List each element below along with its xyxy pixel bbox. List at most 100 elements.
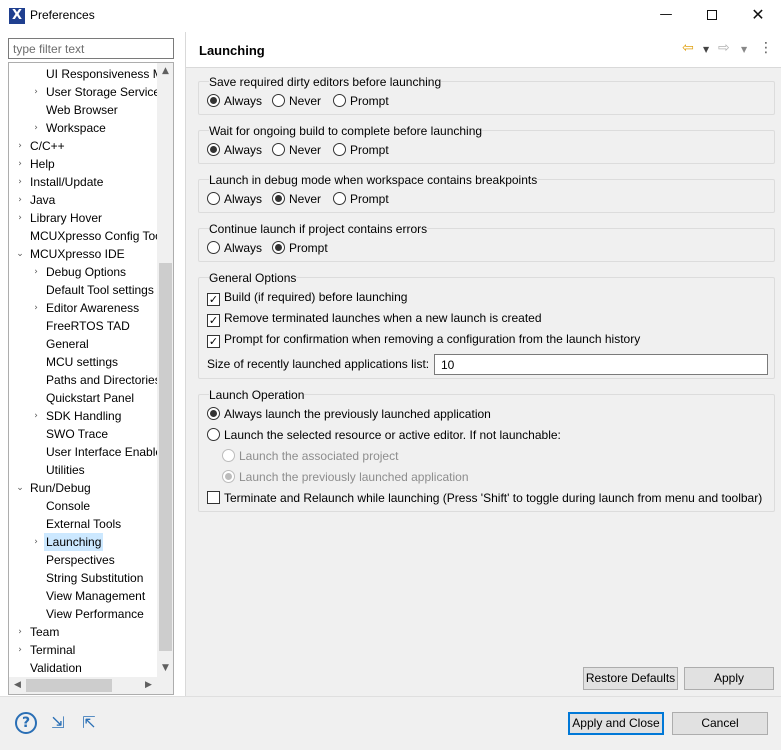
chevron-right-icon[interactable]: › [15, 155, 25, 173]
forward-dropdown-icon[interactable]: ▼ [741, 45, 747, 54]
chevron-right-icon[interactable]: › [15, 641, 25, 659]
tree-item[interactable]: Console [9, 497, 157, 515]
tree-item[interactable]: › Terminal [9, 641, 157, 659]
wait-prompt-radio[interactable]: Prompt [333, 142, 389, 158]
chevron-right-icon[interactable]: › [31, 299, 41, 317]
tree-horizontal-scrollbar[interactable]: ◀ ▶ [9, 677, 157, 694]
view-menu-icon[interactable]: ⋮ [759, 40, 773, 56]
tree-item[interactable]: › Java [9, 191, 157, 209]
tree-item[interactable]: › Debug Options [9, 263, 157, 281]
tree-item[interactable]: Paths and Directories [9, 371, 157, 389]
launch-associated-radio[interactable]: Launch the associated project [222, 448, 398, 464]
back-arrow-icon[interactable]: ⇦ [682, 40, 694, 56]
save-never-radio[interactable]: Never [272, 93, 321, 109]
tree-item[interactable]: › Library Hover [9, 209, 157, 227]
tree-item[interactable]: MCU settings [9, 353, 157, 371]
debug-always-radio[interactable]: Always [207, 191, 262, 207]
wait-always-radio[interactable]: Always [207, 142, 262, 158]
group-title: Save required dirty editors before launc… [209, 75, 442, 89]
chevron-right-icon[interactable]: › [15, 209, 25, 227]
filter-input[interactable] [8, 38, 174, 59]
scroll-right-icon[interactable]: ▶ [140, 677, 157, 694]
back-dropdown-icon[interactable]: ▼ [703, 45, 709, 54]
tree-vertical-scrollbar[interactable]: ▲ ▼ [157, 63, 173, 677]
tree-item[interactable]: › Team [9, 623, 157, 641]
chevron-right-icon[interactable]: › [15, 173, 25, 191]
export-icon[interactable]: ⇱ [78, 712, 100, 734]
save-prompt-radio[interactable]: Prompt [333, 93, 389, 109]
tree-item[interactable]: › Workspace [9, 119, 157, 137]
group-title: Wait for ongoing build to complete befor… [209, 124, 483, 138]
tree-item[interactable]: External Tools [9, 515, 157, 533]
apply-button[interactable]: Apply [684, 667, 774, 690]
scroll-left-icon[interactable]: ◀ [9, 677, 26, 694]
forward-arrow-icon[interactable]: ⇨ [718, 40, 730, 56]
tree-item[interactable]: Utilities [9, 461, 157, 479]
scroll-down-icon[interactable]: ▼ [157, 660, 173, 677]
remove-terminated-checkbox[interactable]: ✓ Remove terminated launches when a new l… [207, 310, 542, 327]
tree-item[interactable]: › Install/Update [9, 173, 157, 191]
tree-item[interactable]: String Substitution [9, 569, 157, 587]
minimize-button[interactable]: — [643, 0, 689, 32]
apply-and-close-button[interactable]: Apply and Close [568, 712, 664, 735]
maximize-button[interactable] [689, 0, 735, 32]
window-title: Preferences [30, 8, 95, 22]
debug-never-radio[interactable]: Never [272, 191, 321, 207]
tree-item[interactable]: Validation [9, 659, 157, 677]
scroll-thumb[interactable] [159, 263, 172, 651]
chevron-right-icon[interactable]: › [31, 263, 41, 281]
chevron-right-icon[interactable]: › [15, 137, 25, 155]
restore-defaults-button[interactable]: Restore Defaults [583, 667, 678, 690]
tree-item[interactable]: › C/C++ [9, 137, 157, 155]
tree-item[interactable]: SWO Trace [9, 425, 157, 443]
tree-item[interactable]: › Launching [9, 533, 157, 551]
tree-item[interactable]: › SDK Handling [9, 407, 157, 425]
save-always-radio[interactable]: Always [207, 93, 262, 109]
tree-item[interactable]: ⌄ Run/Debug [9, 479, 157, 497]
import-icon[interactable]: ⇲ [47, 712, 69, 734]
close-button[interactable]: ✕ [735, 0, 781, 32]
tree-item-label: Quickstart Panel [46, 391, 135, 405]
chevron-right-icon[interactable]: › [31, 83, 41, 101]
launch-selected-radio[interactable]: Launch the selected resource or active e… [207, 427, 561, 443]
chevron-right-icon[interactable]: › [31, 407, 41, 425]
tree-item[interactable]: View Performance [9, 605, 157, 623]
chevron-right-icon[interactable]: › [15, 623, 25, 641]
tree-item[interactable]: › Help [9, 155, 157, 173]
wait-never-radio[interactable]: Never [272, 142, 321, 158]
chevron-right-icon[interactable]: › [15, 191, 25, 209]
radio-icon [207, 143, 220, 156]
errors-prompt-radio[interactable]: Prompt [272, 240, 328, 256]
tree-item[interactable]: View Management [9, 587, 157, 605]
tree-item[interactable]: User Interface Enable [9, 443, 157, 461]
scroll-up-icon[interactable]: ▲ [157, 63, 173, 80]
tree-item-label: Java [30, 193, 56, 207]
cancel-button[interactable]: Cancel [672, 712, 768, 735]
launch-prev-launched-radio[interactable]: Launch the previously launched applicati… [222, 469, 469, 485]
launch-previous-radio[interactable]: Always launch the previously launched ap… [207, 406, 491, 422]
help-icon[interactable]: ? [15, 712, 37, 734]
tree-item[interactable]: Web Browser [9, 101, 157, 119]
tree-item[interactable]: ⌄ MCUXpresso IDE [9, 245, 157, 263]
chevron-down-icon[interactable]: ⌄ [15, 245, 25, 263]
tree-item[interactable]: FreeRTOS TAD [9, 317, 157, 335]
prompt-confirmation-checkbox[interactable]: ✓ Prompt for confirmation when removing a… [207, 331, 640, 348]
tree-item[interactable]: Perspectives [9, 551, 157, 569]
tree-item[interactable]: › Editor Awareness [9, 299, 157, 317]
history-size-input[interactable] [434, 354, 768, 375]
terminate-relaunch-checkbox[interactable]: Terminate and Relaunch while launching (… [207, 490, 762, 506]
chevron-right-icon[interactable]: › [31, 533, 41, 551]
tree-item[interactable]: MCUXpresso Config Too [9, 227, 157, 245]
tree-item[interactable]: Default Tool settings [9, 281, 157, 299]
tree-item[interactable]: › User Storage Service [9, 83, 157, 101]
chevron-down-icon[interactable]: ⌄ [15, 479, 25, 497]
errors-always-radio[interactable]: Always [207, 240, 262, 256]
tree-item-label: User Storage Service [46, 85, 157, 99]
tree-item[interactable]: Quickstart Panel [9, 389, 157, 407]
tree-item[interactable]: UI Responsiveness Mo [9, 65, 157, 83]
build-before-launch-checkbox[interactable]: ✓ Build (if required) before launching [207, 289, 407, 306]
tree-item[interactable]: General [9, 335, 157, 353]
hscroll-thumb[interactable] [26, 679, 112, 692]
chevron-right-icon[interactable]: › [31, 119, 41, 137]
debug-prompt-radio[interactable]: Prompt [333, 191, 389, 207]
